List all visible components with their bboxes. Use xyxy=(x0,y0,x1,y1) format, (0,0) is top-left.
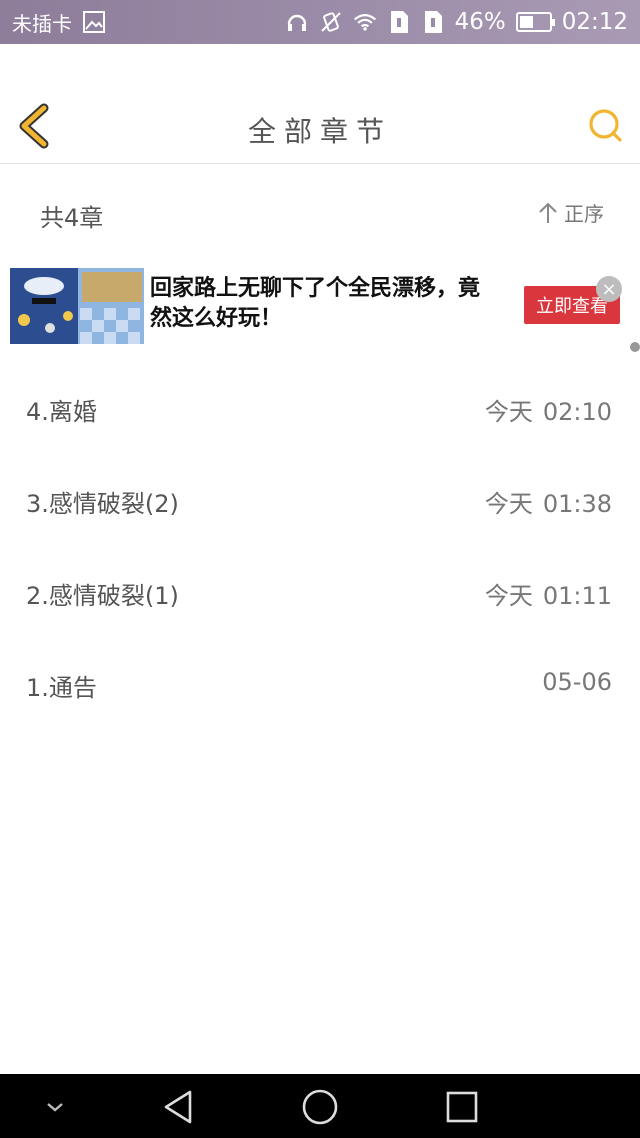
status-left: 未插卡 xyxy=(12,8,106,37)
chapter-time: 今天 02:10 xyxy=(485,392,612,427)
chapter-item[interactable]: 3.感情破裂(2) 今天 01:38 xyxy=(0,452,640,544)
chapter-title: 1.通告 xyxy=(26,674,97,702)
ad-text: 回家路上无聊下了个全民漂移，竟然这么好玩！ xyxy=(150,276,481,331)
search-button[interactable] xyxy=(586,106,624,144)
sort-button[interactable]: 正序 xyxy=(538,198,604,227)
chapter-title: 3.感情破裂(2) xyxy=(26,490,179,518)
chevron-down-icon xyxy=(47,1103,63,1112)
header-bar: 全部章节 xyxy=(0,44,640,164)
chapter-item[interactable]: 4.离婚 今天 02:10 xyxy=(0,360,640,452)
recent-square-icon xyxy=(446,1091,478,1123)
clock: 02:12 xyxy=(561,9,628,35)
headphones-icon xyxy=(285,10,309,34)
nav-home-button[interactable] xyxy=(301,1088,339,1126)
ad-close-button[interactable]: × xyxy=(596,276,622,302)
close-icon: × xyxy=(601,278,617,300)
collapse-nav-button[interactable] xyxy=(36,1088,74,1126)
image-icon xyxy=(82,10,106,34)
ad-banner[interactable]: 回家路上无聊下了个全民漂移，竟然这么好玩！ 立即查看 × xyxy=(10,268,640,352)
chapter-day: 今天 xyxy=(484,582,533,610)
back-triangle-icon xyxy=(164,1090,192,1124)
status-bar: 未插卡 46% 02:12 xyxy=(0,0,640,44)
chapter-list: 4.离婚 今天 02:10 3.感情破裂(2) 今天 01:38 2.感情破裂(… xyxy=(0,360,640,728)
ad-image[interactable] xyxy=(10,268,144,344)
chapter-date: 05-06 xyxy=(542,668,612,696)
chapter-item[interactable]: 2.感情破裂(1) 今天 01:11 xyxy=(0,544,640,636)
chapter-date: 01:38 xyxy=(542,490,612,518)
home-circle-icon xyxy=(302,1089,338,1125)
arrow-up-icon xyxy=(539,202,557,223)
chapter-date: 02:10 xyxy=(542,398,612,426)
battery-percent: 46% xyxy=(454,9,506,35)
status-right: 46% 02:12 xyxy=(285,9,628,35)
chapter-date: 01:11 xyxy=(542,582,612,610)
sim2-icon xyxy=(421,10,445,34)
wifi-icon xyxy=(353,10,377,34)
system-nav-bar xyxy=(0,1074,640,1138)
chapter-title: 2.感情破裂(1) xyxy=(26,582,179,610)
chapter-day: 今天 xyxy=(484,398,533,426)
search-icon xyxy=(589,109,622,142)
carrier-text: 未插卡 xyxy=(12,11,72,36)
nav-back-button[interactable] xyxy=(160,1088,198,1126)
chapter-count: 共4章 xyxy=(40,204,104,232)
chapter-time: 今天 01:38 xyxy=(485,484,612,519)
chapter-time: 今天 01:11 xyxy=(485,576,612,611)
page-title: 全部章节 xyxy=(247,115,392,148)
chapter-title: 4.离婚 xyxy=(26,398,97,426)
chapter-time: 05-06 xyxy=(532,668,612,696)
chapter-day: 今天 xyxy=(484,490,533,518)
sim1-icon xyxy=(387,10,411,34)
sort-label: 正序 xyxy=(564,202,604,226)
battery-icon xyxy=(515,12,555,32)
nav-recents-button[interactable] xyxy=(443,1088,481,1126)
chapter-item[interactable]: 1.通告 05-06 xyxy=(0,636,640,728)
ad-indicator-icon xyxy=(630,342,640,352)
info-row: 共4章 正序 xyxy=(0,186,640,238)
vibrate-icon xyxy=(319,10,343,34)
